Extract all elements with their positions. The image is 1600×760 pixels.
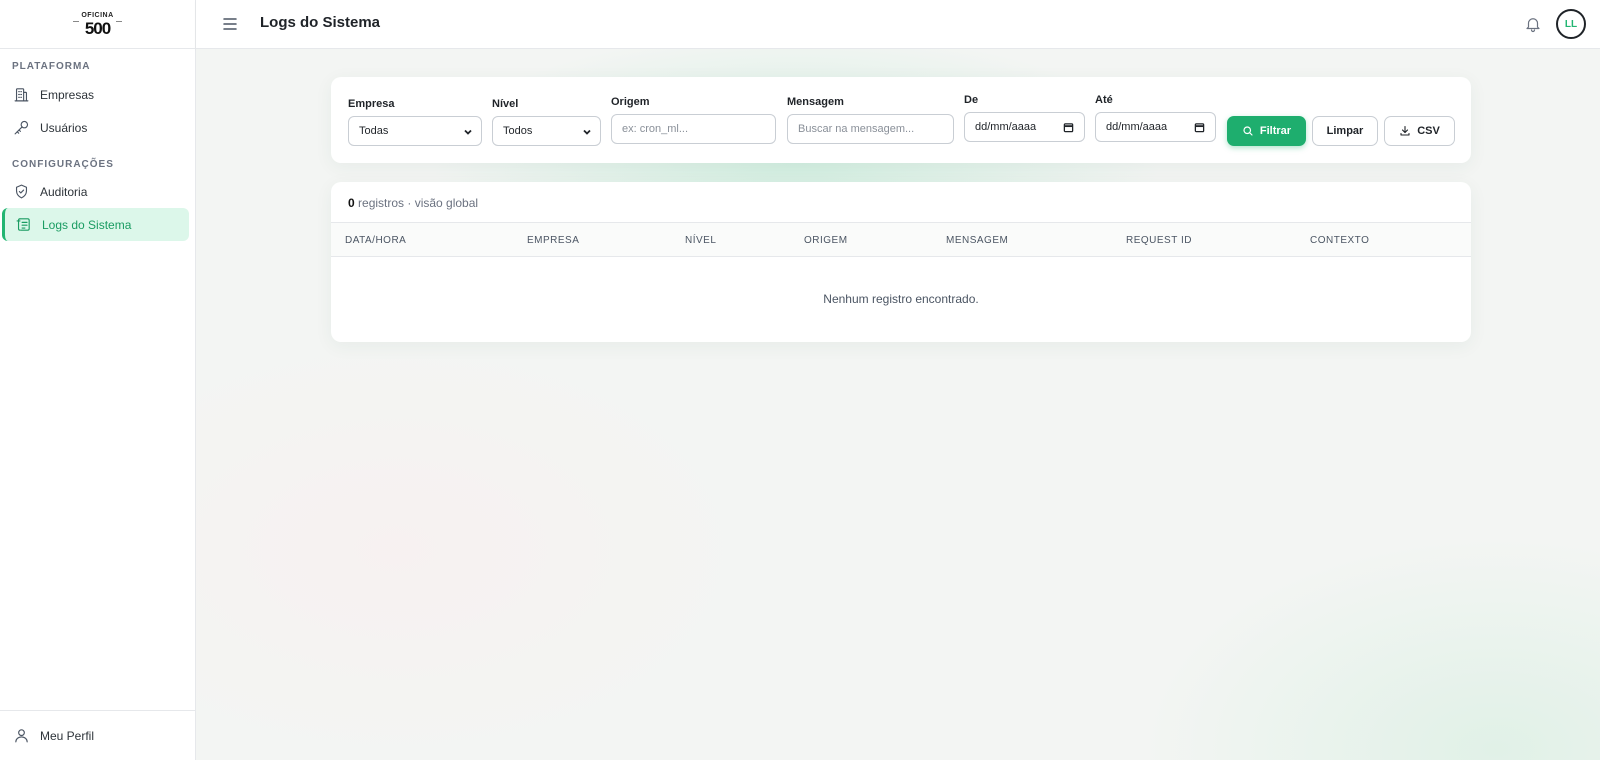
logo-bottom-text: 500 — [84, 18, 111, 38]
de-date-input[interactable]: dd/mm/aaaa — [964, 112, 1085, 142]
chevron-down-icon — [582, 127, 592, 140]
chevron-down-icon — [463, 127, 473, 140]
nivel-field: Nível Todos — [492, 98, 601, 146]
sidebar-item-logs-do-sistema[interactable]: Logs do Sistema — [2, 208, 189, 241]
menu-icon[interactable] — [222, 16, 238, 32]
logo[interactable]: OFICINA 500 — [73, 11, 122, 38]
mensagem-placeholder: Buscar na mensagem... — [798, 123, 915, 135]
csv-export-button[interactable]: CSV — [1384, 116, 1455, 146]
column-header-empresa: EMPRESA — [527, 235, 580, 246]
de-field: De dd/mm/aaaa — [964, 94, 1085, 142]
ate-date-placeholder: dd/mm/aaaa — [1106, 121, 1168, 133]
origem-label: Origem — [611, 96, 650, 108]
ate-label: Até — [1095, 94, 1113, 106]
column-header-contexto: CONTEXTO — [1310, 235, 1370, 246]
key-icon — [12, 119, 30, 137]
column-header-mensagem: MENSAGEM — [946, 235, 1009, 246]
column-header-request-id: REQUEST ID — [1126, 235, 1192, 246]
empresa-select[interactable]: Todas — [348, 116, 482, 146]
sidebar-footer: Meu Perfil — [0, 710, 195, 760]
building-icon — [12, 86, 30, 104]
download-icon — [1399, 125, 1411, 137]
empresa-select-value: Todas — [359, 125, 389, 137]
sidebar-item-empresas[interactable]: Empresas — [2, 78, 189, 111]
avatar[interactable]: LL — [1556, 9, 1586, 39]
filter-button[interactable]: Filtrar — [1227, 116, 1306, 146]
column-header-origem: ORIGEM — [804, 235, 848, 246]
logo-top-text: OFICINA — [81, 11, 114, 19]
sidebar-item-auditoria[interactable]: Auditoria — [2, 175, 189, 208]
records-count: 0 registros · visão global — [348, 196, 478, 210]
de-label: De — [964, 94, 979, 106]
csv-button-label: CSV — [1417, 125, 1440, 137]
filter-card: Empresa Todas Nível Todos Origem ex: cro… — [331, 77, 1471, 163]
ate-field: Até dd/mm/aaaa — [1095, 94, 1216, 142]
sidebar-item-meu-perfil[interactable]: Meu Perfil — [2, 719, 189, 752]
sidebar-item-usuarios[interactable]: Usuários — [2, 111, 189, 144]
shield-icon — [12, 183, 30, 201]
clear-button-label: Limpar — [1326, 125, 1364, 137]
origem-field: Origem ex: cron_ml... — [611, 96, 776, 144]
logs-table-card: 0 registros · visão global DATA/HORA EMP… — [331, 182, 1471, 342]
sidebar-item-label: Meu Perfil — [40, 728, 95, 743]
empty-state-message: Nenhum registro encontrado. — [823, 292, 979, 306]
bell-icon[interactable] — [1524, 14, 1542, 34]
records-count-suffix: registros · visão global — [354, 196, 479, 210]
page-title: Logs do Sistema — [260, 14, 381, 31]
section-label-plataforma: PLATAFORMA — [12, 61, 91, 72]
records-count-number: 0 — [348, 196, 355, 210]
scroll-icon — [14, 216, 32, 234]
sidebar-item-label: Usuários — [40, 120, 88, 135]
origem-input[interactable]: ex: cron_ml... — [611, 114, 776, 144]
column-header-nivel: NÍVEL — [685, 235, 717, 246]
de-date-placeholder: dd/mm/aaaa — [975, 121, 1037, 133]
nivel-select-value: Todos — [503, 125, 533, 137]
sidebar-item-label: Empresas — [40, 87, 95, 102]
empresa-label: Empresa — [348, 98, 395, 110]
mensagem-field: Mensagem Buscar na mensagem... — [787, 96, 954, 144]
search-icon — [1242, 125, 1254, 137]
nivel-label: Nível — [492, 98, 519, 110]
mensagem-label: Mensagem — [787, 96, 844, 108]
user-icon — [12, 727, 30, 745]
mensagem-input[interactable]: Buscar na mensagem... — [787, 114, 954, 144]
logo-area: OFICINA 500 — [0, 0, 195, 49]
filter-button-label: Filtrar — [1259, 125, 1292, 137]
calendar-icon[interactable] — [1194, 122, 1205, 136]
clear-button[interactable]: Limpar — [1312, 116, 1378, 146]
calendar-icon[interactable] — [1063, 122, 1074, 136]
main-content: Empresa Todas Nível Todos Origem ex: cro… — [196, 49, 1600, 760]
sidebar-item-label: Auditoria — [40, 184, 88, 199]
sidebar: OFICINA 500 PLATAFORMA Empresas Usuários… — [0, 0, 196, 760]
sidebar-item-label: Logs do Sistema — [42, 217, 132, 232]
table-header: DATA/HORA EMPRESA NÍVEL ORIGEM MENSAGEM … — [331, 222, 1471, 257]
top-header: Logs do Sistema LL — [196, 0, 1600, 49]
empresa-field: Empresa Todas — [348, 98, 482, 146]
nivel-select[interactable]: Todos — [492, 116, 601, 146]
origem-placeholder: ex: cron_ml... — [622, 123, 689, 135]
section-label-configuracoes: CONFIGURAÇÕES — [12, 159, 114, 170]
ate-date-input[interactable]: dd/mm/aaaa — [1095, 112, 1216, 142]
column-header-data-hora: DATA/HORA — [345, 235, 407, 246]
